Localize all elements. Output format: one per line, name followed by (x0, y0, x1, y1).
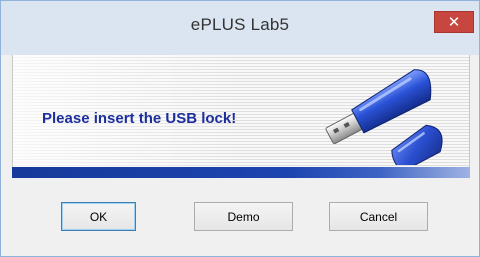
window-title: ePLUS Lab5 (190, 15, 290, 34)
banner-panel: Please insert the USB lock! (12, 55, 470, 167)
banner-blue-strip (12, 167, 470, 178)
title-bar[interactable]: ePLUS Lab5 ✕ (1, 1, 479, 55)
insert-usb-message: Please insert the USB lock! (42, 110, 237, 127)
close-icon: ✕ (447, 14, 461, 31)
usb-dongle-icon (325, 69, 443, 165)
ok-button[interactable]: OK (61, 202, 136, 231)
close-button[interactable]: ✕ (434, 11, 474, 33)
dialog-window: ePLUS Lab5 ✕ Please insert the USB lock! (0, 0, 480, 257)
demo-button[interactable]: Demo (194, 202, 293, 231)
cancel-button[interactable]: Cancel (329, 202, 428, 231)
